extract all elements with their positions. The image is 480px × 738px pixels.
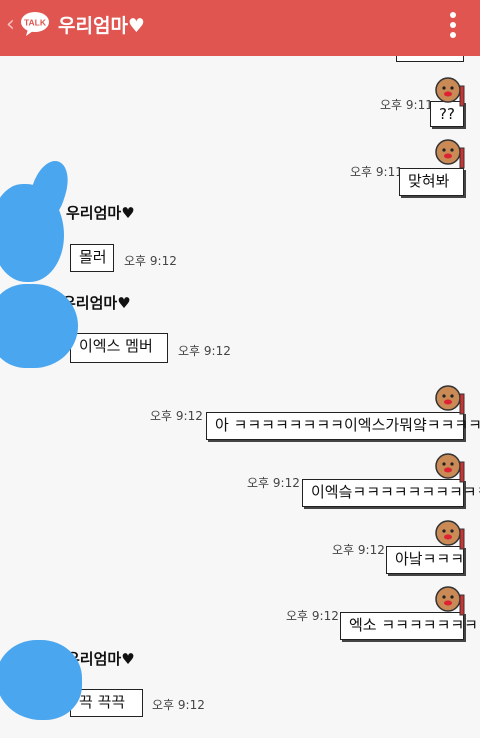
chat-area[interactable]: 오후 9:11 ?? 오후 9:11 맞혀봐 우리엄마♥ 몰러 오후 9:12 … [0, 56, 480, 738]
sticker-avatar-icon [435, 385, 465, 415]
redaction-scribble [0, 640, 82, 720]
sticker-avatar-icon [435, 77, 465, 107]
sticker-avatar-icon [435, 520, 465, 550]
redaction-scribble [0, 284, 78, 368]
message-time: 오후 9:12 [124, 254, 177, 268]
received-message-bubble: 몰러 [70, 244, 114, 272]
sender-name: 우리엄마♥ [66, 204, 135, 222]
sticker-avatar-icon [435, 139, 465, 169]
message-time: 오후 9:11 [350, 165, 403, 179]
message-time: 오후 9:12 [178, 344, 231, 358]
sticker-avatar-icon [435, 453, 465, 483]
back-chevron-icon[interactable]: ‹ [6, 14, 15, 36]
sent-message-bubble: 아 ㅋㅋㅋㅋㅋㅋㅋㅋ이엑스가뭐얔ㅋㅋㅋㅋ [206, 412, 480, 440]
sticker-avatar-icon [435, 586, 465, 616]
message-time: 오후 9:12 [152, 698, 205, 712]
kakaotalk-logo-icon: TALK [21, 12, 49, 36]
sent-message-bubble: 맞혀봐 [399, 168, 464, 196]
message-time: 오후 9:12 [286, 609, 339, 623]
message-time: 오후 9:11 [380, 98, 433, 112]
message-time: 오후 9:12 [332, 543, 385, 557]
chat-header: ‹ TALK 우리엄마♥ [0, 0, 480, 56]
previous-message-bubble [396, 56, 464, 62]
received-message-bubble: 이엑스 멤버 [70, 333, 168, 363]
more-options-icon[interactable] [448, 12, 458, 42]
message-time: 오후 9:12 [247, 476, 300, 490]
message-time: 오후 9:12 [150, 409, 203, 423]
svg-text:TALK: TALK [24, 18, 47, 28]
chat-title: 우리엄마♥ [58, 15, 145, 37]
